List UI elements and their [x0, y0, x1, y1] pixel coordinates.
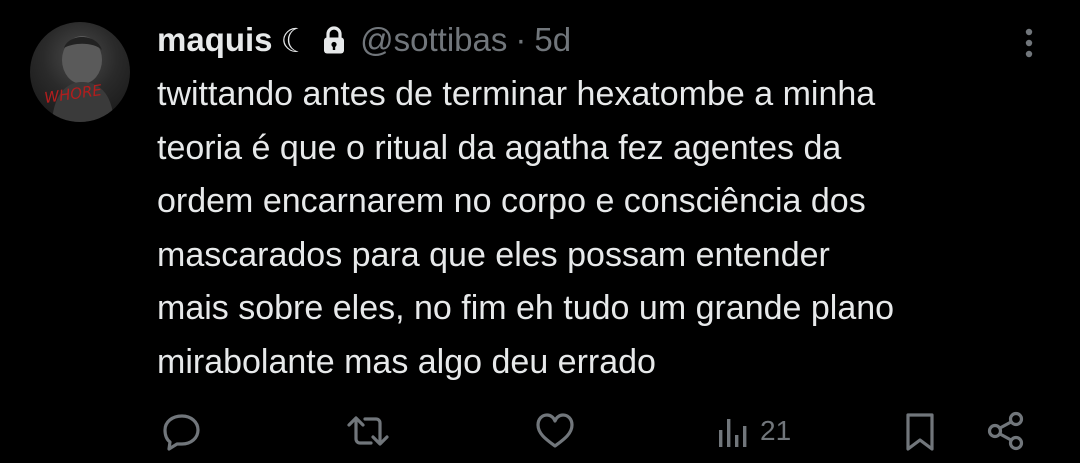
- tweet-text-line: mais sobre eles, no fim eh tudo um grand…: [157, 289, 895, 327]
- share-icon: [987, 411, 1024, 451]
- tweet-header: maquis ☾ @sottibas · 5d: [157, 18, 571, 62]
- avatar[interactable]: WHORE: [30, 22, 130, 122]
- more-icon[interactable]: [1017, 26, 1041, 62]
- separator-dot: ·: [515, 21, 527, 58]
- tweet-text-line: ordem encarnarem no corpo e consciência …: [157, 182, 866, 220]
- views-button[interactable]: 21: [716, 405, 791, 457]
- retweet-icon: [347, 416, 389, 446]
- like-icon: [536, 413, 574, 448]
- views-icon: [719, 419, 747, 447]
- tweet-text-line: mirabolante mas algo deu errado: [157, 342, 656, 381]
- reply-button[interactable]: [160, 405, 204, 457]
- tweet-text-line: twittando antes de terminar hexatombe a …: [157, 75, 876, 113]
- like-button[interactable]: [533, 405, 577, 457]
- tweet-text-line: mascarados para que eles possam entender: [157, 235, 830, 274]
- timestamp[interactable]: 5d: [534, 21, 571, 59]
- bookmark-icon: [906, 413, 934, 451]
- bookmark-button[interactable]: [902, 405, 938, 457]
- tweet-actions: 21: [0, 405, 1080, 457]
- retweet-button[interactable]: [345, 405, 391, 457]
- display-name[interactable]: maquis: [157, 21, 273, 59]
- tweet[interactable]: WHORE maquis ☾ @sottibas · 5d twittando …: [0, 0, 1080, 463]
- tweet-text-line: teoria é que o ritual da agatha fez agen…: [157, 128, 842, 167]
- reply-icon: [163, 414, 200, 451]
- lock-icon: [322, 25, 346, 55]
- views-count: 21: [760, 415, 792, 446]
- tweet-text: twittando antes de terminar hexatombe a …: [157, 68, 1057, 389]
- avatar-image: WHORE: [43, 36, 114, 122]
- share-button[interactable]: [985, 405, 1029, 457]
- moon-emoji: ☾: [280, 21, 311, 59]
- user-handle[interactable]: @sottibas: [360, 21, 507, 59]
